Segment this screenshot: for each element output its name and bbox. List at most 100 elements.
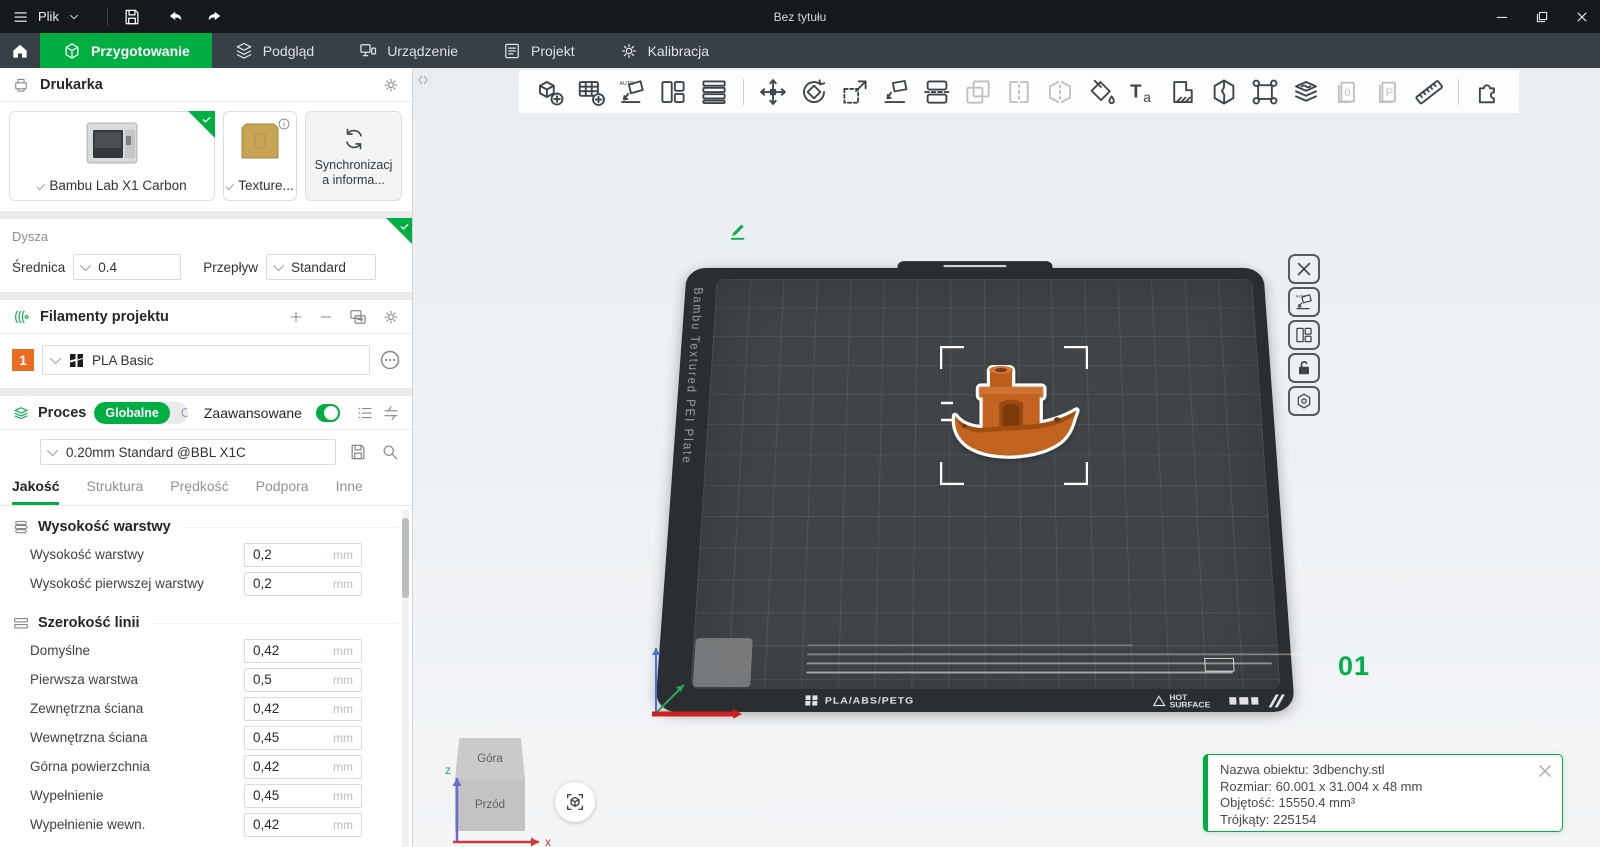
minimize-button[interactable] [1494, 9, 1510, 25]
process-tab-podpora[interactable]: Podpora [256, 478, 309, 505]
add-plate-icon [576, 77, 606, 107]
measure-icon [1414, 77, 1444, 107]
search-settings-icon[interactable] [380, 442, 400, 462]
filament-more-button[interactable] [378, 348, 402, 372]
plate-type-card[interactable]: Texture... [223, 111, 297, 201]
ams-sync-icon[interactable] [348, 307, 368, 327]
support-paint-button[interactable] [1168, 77, 1198, 107]
add-model-button[interactable] [535, 77, 565, 107]
plate-brand-text: Bambu Textured PEI Plate [679, 288, 706, 465]
advanced-toggle[interactable] [316, 404, 340, 422]
tune-icon[interactable] [382, 404, 400, 422]
scale-button[interactable] [840, 77, 870, 107]
redo-button[interactable] [206, 7, 226, 27]
flow-select[interactable]: Standard [266, 254, 376, 280]
setting-input[interactable]: 0,45mm [244, 726, 362, 750]
svg-text:a: a [1143, 90, 1151, 105]
setting-unit: mm [333, 818, 353, 832]
sidebar-collapse-handle[interactable] [415, 72, 431, 88]
restore-button[interactable] [1534, 9, 1550, 25]
tab-przygotowanie[interactable]: Przygotowanie [40, 33, 212, 68]
text-tool-button[interactable]: Ta [1127, 77, 1157, 107]
mesh-repair-button[interactable] [1209, 77, 1239, 107]
add-plate-button[interactable] [576, 77, 606, 107]
orientation-cube[interactable]: Góra Przód [455, 738, 525, 831]
arrange-button[interactable] [658, 77, 688, 107]
setting-input[interactable]: 0,2mm [244, 572, 362, 596]
fixture-button[interactable] [1250, 77, 1280, 107]
scope-objects[interactable]: Obiekty [170, 402, 188, 424]
save-preset-icon[interactable] [348, 442, 368, 462]
process-tab-jakość[interactable]: Jakość [12, 478, 59, 505]
setting-label: Wewnętrzna ściana [30, 730, 148, 745]
variable-layer-height-button[interactable] [699, 77, 729, 107]
nozzle-diameter-select[interactable]: 0.4 [73, 254, 181, 280]
rotate-button[interactable] [799, 77, 829, 107]
scope-global[interactable]: Globalne [94, 402, 169, 424]
reset-view-button[interactable] [555, 782, 595, 822]
plate-hex-settings-button[interactable] [1288, 386, 1320, 416]
cube-face-top[interactable]: Góra [455, 738, 525, 779]
tab-podgląd[interactable]: Podgląd [212, 33, 336, 68]
project-icon [502, 41, 522, 61]
sync-printer-button[interactable]: Synchronizacja informa... [305, 111, 402, 201]
tab-projekt[interactable]: Projekt [480, 33, 597, 68]
setting-row: Pierwsza warstwa0,5mm [0, 665, 412, 694]
settings-group-header: Szerokość linii [0, 608, 412, 636]
viewport-3d[interactable]: AUTOTa0P Bambu Textured PEI Plate PLA/AB… [413, 68, 1600, 847]
remove-filament-button[interactable] [318, 309, 334, 325]
filament-select[interactable]: PLA Basic [42, 345, 370, 375]
purge-line [808, 644, 1133, 646]
plate-arrange-button[interactable] [1288, 320, 1320, 350]
process-tab-struktura[interactable]: Struktura [86, 478, 143, 505]
lay-on-face-button[interactable] [881, 77, 911, 107]
scrollbar-thumb[interactable] [402, 518, 409, 598]
setting-input[interactable]: 0,42mm [244, 639, 362, 663]
plate-number[interactable]: 01 [1338, 651, 1370, 682]
assembly-button[interactable] [1473, 77, 1503, 107]
auto-orient-button[interactable]: AUTO [617, 77, 647, 107]
home-button[interactable] [0, 33, 40, 68]
process-tab-prędkość[interactable]: Prędkość [170, 478, 228, 505]
move-button[interactable] [758, 77, 788, 107]
process-preset-select[interactable]: 0.20mm Standard @BBL X1C [40, 439, 336, 465]
plate-auto-orient-button[interactable]: AUTO [1288, 287, 1320, 317]
seam-paint-button[interactable] [1291, 77, 1321, 107]
setting-input[interactable]: 0,5mm [244, 668, 362, 692]
process-scope-toggle[interactable]: Globalne Obiekty [94, 402, 188, 424]
setting-value: 0,42 [253, 817, 279, 832]
filament-slot-badge[interactable]: 1 [12, 349, 34, 371]
settings-scrollbar[interactable] [402, 510, 409, 847]
process-section-title: Proces [38, 405, 86, 421]
list-view-icon[interactable] [356, 404, 374, 422]
add-model-icon [535, 77, 565, 107]
setting-input[interactable]: 0,42 mm [244, 813, 362, 837]
color-paint-button[interactable] [1086, 77, 1116, 107]
filament-settings-gear-icon[interactable] [382, 308, 400, 326]
measure-button[interactable] [1414, 77, 1444, 107]
add-filament-button[interactable] [288, 309, 304, 325]
edit-plate-name-pencil-icon[interactable] [728, 220, 750, 242]
undo-button[interactable] [164, 7, 184, 27]
info-icon[interactable] [277, 117, 291, 131]
model-3dbenchy[interactable] [944, 359, 1082, 473]
printer-card[interactable]: Bambu Lab X1 Carbon [9, 111, 215, 201]
file-menu[interactable]: Plik [0, 0, 93, 33]
plate-lock-button[interactable] [1288, 353, 1320, 383]
tab-urządzenie[interactable]: Urządzenie [336, 33, 480, 68]
printer-settings-gear-icon[interactable] [382, 76, 400, 94]
process-tab-inne[interactable]: Inne [336, 478, 363, 505]
setting-input[interactable]: 0,42mm [244, 755, 362, 779]
tab-kalibracja[interactable]: Kalibracja [597, 33, 731, 68]
plate-delete-all-button[interactable] [1288, 254, 1320, 284]
cube-face-front[interactable]: Przód [455, 779, 525, 831]
close-info-icon[interactable] [1535, 761, 1555, 781]
setting-input[interactable]: 0,2mm [244, 543, 362, 567]
plate-front-strip: PLA/ABS/PETG HOT SURFACE [805, 692, 1281, 710]
setting-input[interactable]: 0,45mm [244, 784, 362, 808]
save-button[interactable] [122, 7, 142, 27]
setting-input[interactable]: 0,42mm [244, 697, 362, 721]
close-button[interactable] [1574, 9, 1590, 25]
setting-value: 0,5 [253, 672, 272, 687]
cut-button[interactable] [922, 77, 952, 107]
